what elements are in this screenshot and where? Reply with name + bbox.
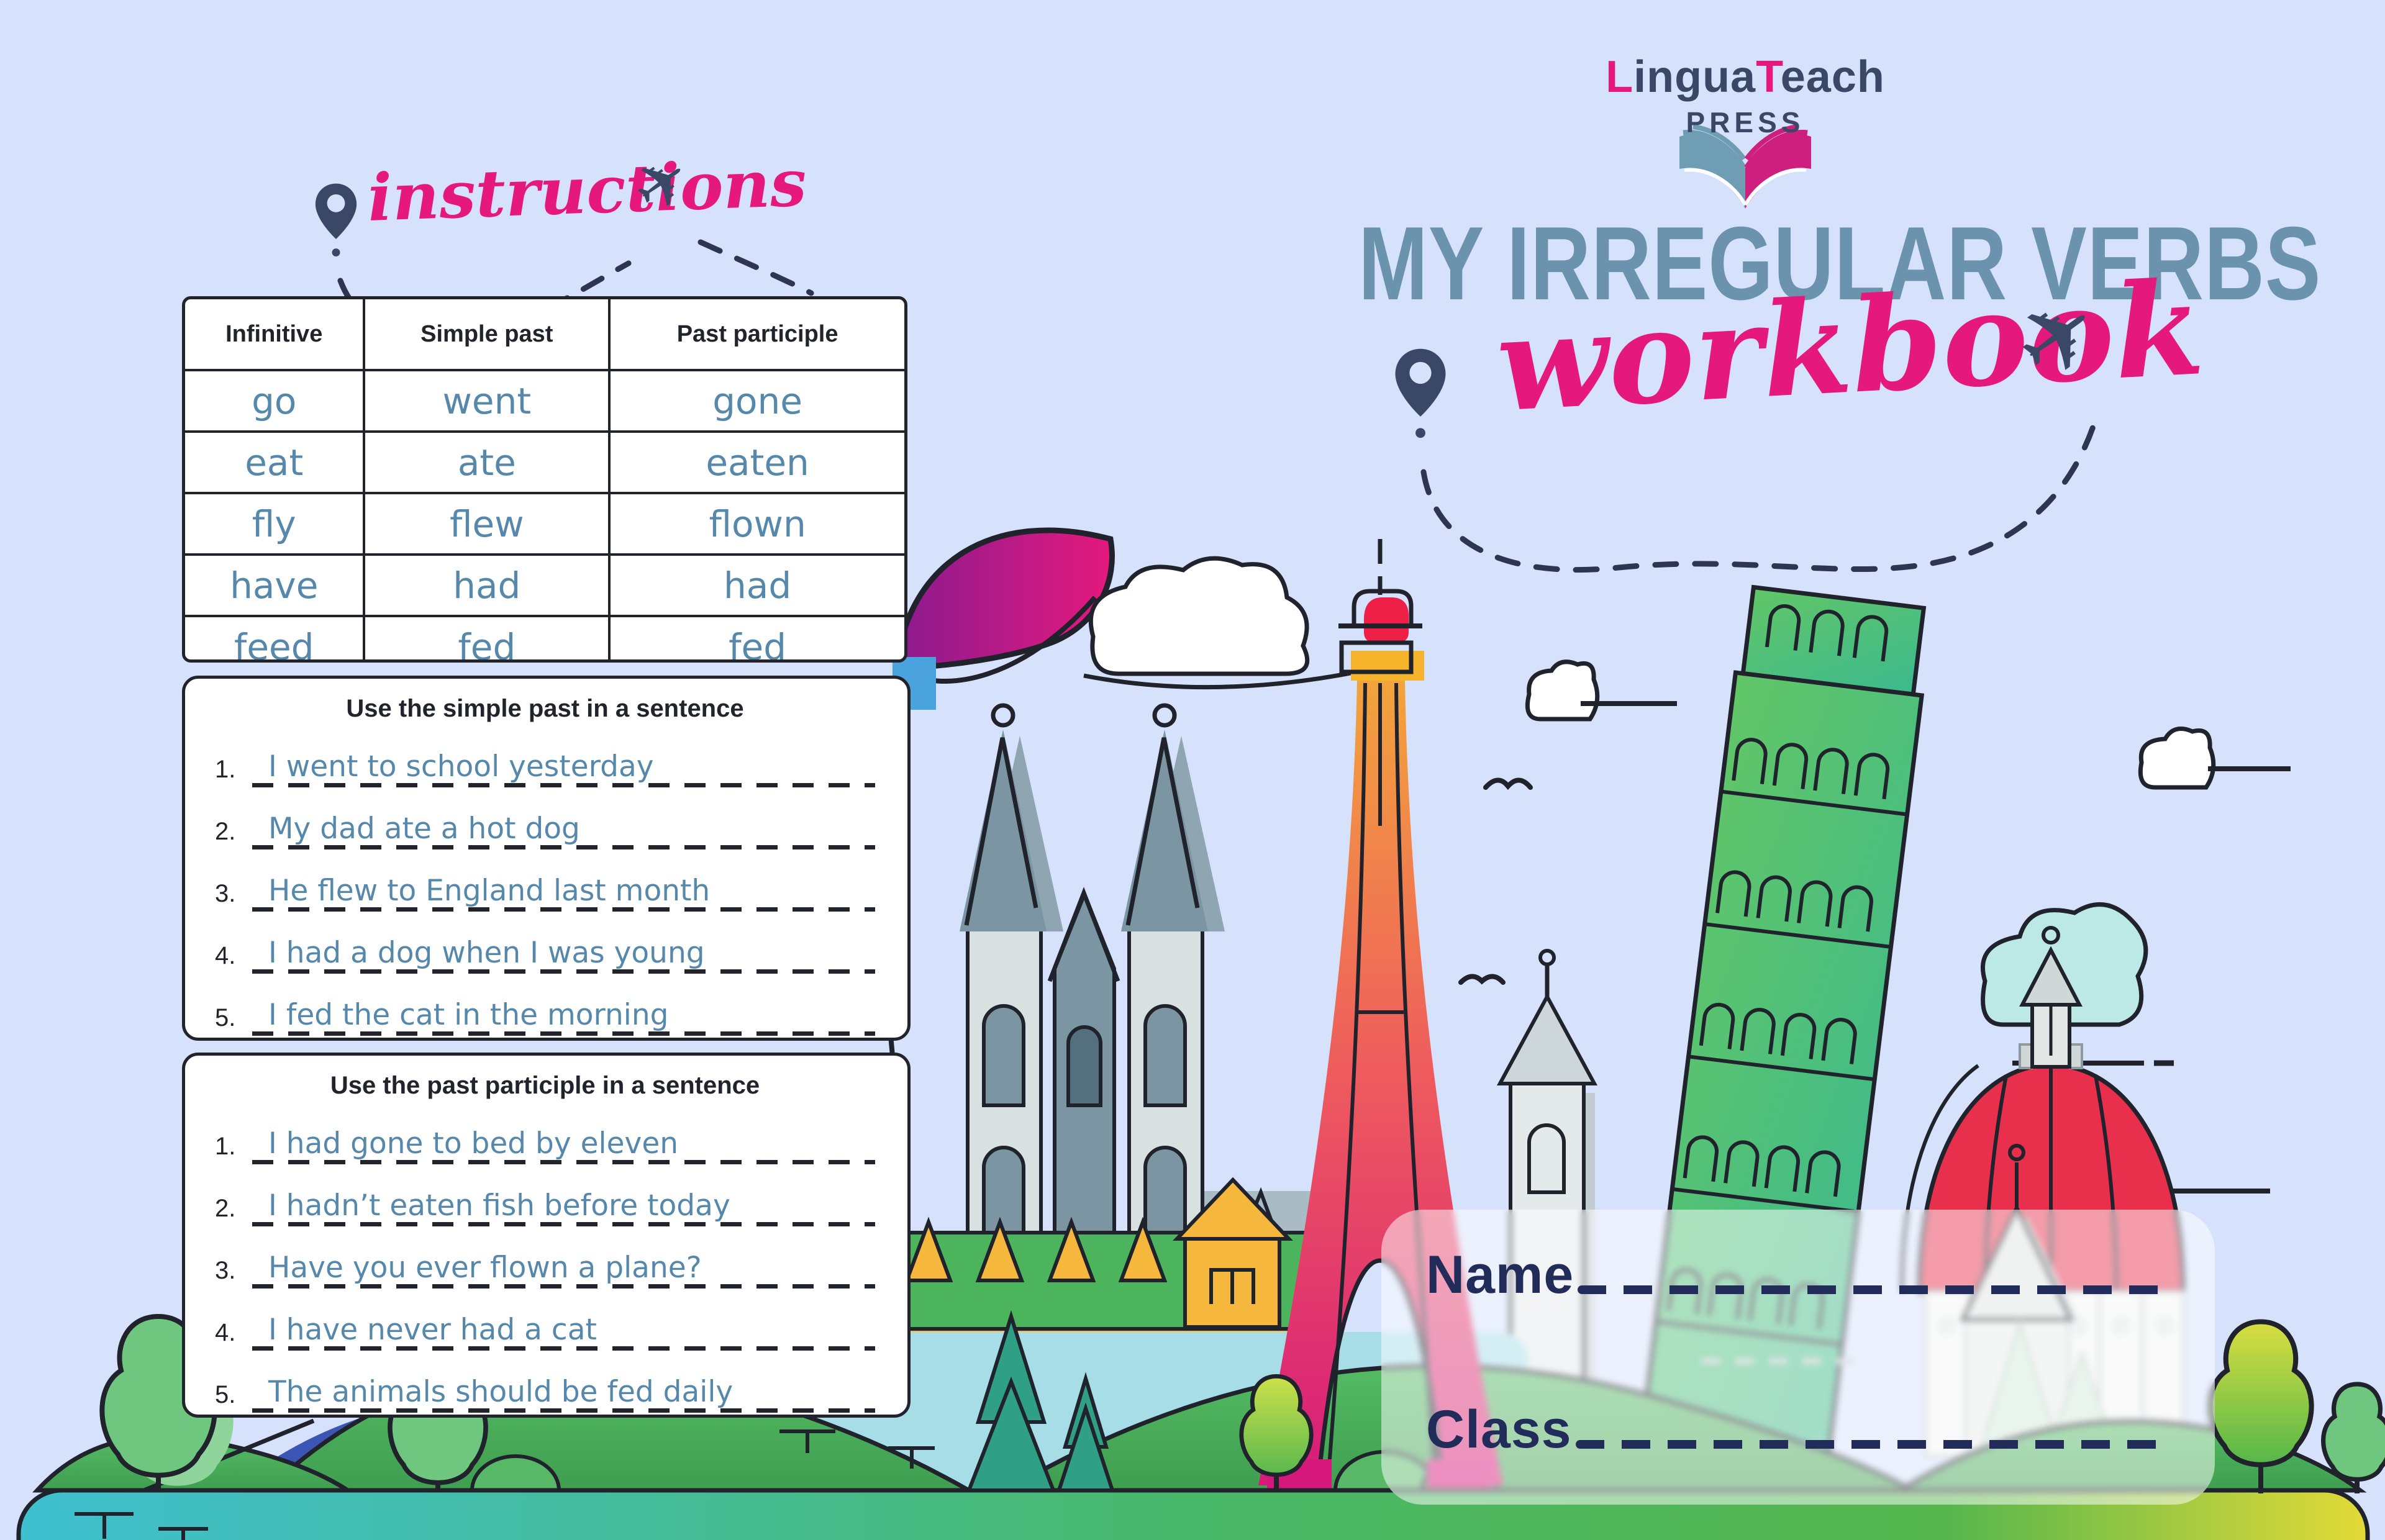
publisher-name: LinguaTeach [1596, 55, 1894, 99]
verb-cell: fed [364, 616, 609, 663]
item-number: 1. [215, 756, 252, 787]
handwritten-answer: The animals should be fed daily [252, 1376, 875, 1408]
item-number: 3. [215, 880, 252, 912]
handwritten-answer: Have you ever flown a plane? [252, 1252, 875, 1284]
write-in-line [252, 969, 875, 974]
class-row: Class [1426, 1403, 2170, 1456]
write-in-line [252, 907, 875, 912]
sentence-line: 1. I went to school yesterday [215, 725, 875, 787]
sentence-line: 5. I fed the cat in the morning [215, 974, 875, 1036]
column-header-simple-past: Simple past [364, 299, 609, 370]
sentence-line: 1. I had gone to bed by eleven [215, 1102, 875, 1164]
verb-cell: gone [609, 370, 904, 432]
handwritten-answer: My dad ate a hot dog [252, 813, 875, 845]
sentence-line: 3. Have you ever flown a plane? [215, 1226, 875, 1289]
sentence-line: 2. I hadn’t eaten fish before today [215, 1164, 875, 1226]
verb-cell: have [185, 555, 364, 616]
item-number: 2. [215, 1195, 252, 1226]
write-in-line [252, 1222, 875, 1226]
write-in-line [252, 1031, 875, 1036]
logo-letter-t: T [1756, 52, 1781, 102]
name-label: Name [1426, 1248, 1574, 1302]
handwritten-answer: I had gone to bed by eleven [252, 1128, 875, 1160]
name-row: Name [1426, 1248, 2170, 1302]
item-number: 3. [215, 1257, 252, 1289]
table-row: go went gone [185, 370, 904, 432]
sentence-line: 5. The animals should be fed daily [215, 1351, 875, 1413]
sentence-line: 3. He flew to England last month [215, 849, 875, 912]
past-participle-worksheet-box: Use the past participle in a sentence 1.… [182, 1053, 911, 1418]
section-title: Use the simple past in a sentence [215, 695, 875, 723]
verb-cell: had [364, 555, 609, 616]
workbook-cover: LinguaTeach PRESS MY IRREGULAR VERBS wor… [0, 0, 2385, 1540]
bird-icons [1461, 780, 1530, 982]
write-in-line [252, 1160, 875, 1164]
handwritten-answer: I had a dog when I was young [252, 937, 875, 969]
sentence-line: 2. My dad ate a hot dog [215, 787, 875, 849]
verb-cell: flown [609, 493, 904, 555]
item-number: 1. [215, 1133, 252, 1164]
verb-cell: ate [364, 432, 609, 493]
publisher-imprint: PRESS [1596, 106, 1894, 139]
write-in-line [252, 783, 875, 787]
handwritten-answer: I went to school yesterday [252, 751, 875, 783]
student-info-panel: Name Class [1381, 1210, 2215, 1505]
irregular-verbs-table: Infinitive Simple past Past participle g… [182, 296, 907, 663]
table-row: have had had [185, 555, 904, 616]
table-row: fly flew flown [185, 493, 904, 555]
handwritten-answer: I have never had a cat [252, 1314, 875, 1346]
item-number: 5. [215, 1004, 252, 1036]
verb-cell: go [185, 370, 364, 432]
simple-past-worksheet-box: Use the simple past in a sentence 1. I w… [182, 676, 911, 1041]
write-in-line [252, 1284, 875, 1289]
sentence-line: 4. I have never had a cat [215, 1289, 875, 1351]
sentence-line: 4. I had a dog when I was young [215, 912, 875, 974]
write-in-line [252, 845, 875, 849]
item-number: 4. [215, 1319, 252, 1351]
verb-cell: went [364, 370, 609, 432]
item-number: 2. [215, 818, 252, 849]
column-header-past-participle: Past participle [609, 299, 904, 370]
verb-cell: feed [185, 616, 364, 663]
name-write-in-line [1578, 1285, 2170, 1294]
table-row: eat ate eaten [185, 432, 904, 493]
verb-cell: fed [609, 616, 904, 663]
handwritten-answer: I fed the cat in the morning [252, 999, 875, 1031]
verb-cell: had [609, 555, 904, 616]
handwritten-answer: I hadn’t eaten fish before today [252, 1190, 875, 1222]
verb-cell: eaten [609, 432, 904, 493]
column-header-infinitive: Infinitive [185, 299, 364, 370]
class-label: Class [1426, 1403, 1572, 1456]
section-title: Use the past participle in a sentence [215, 1072, 875, 1100]
logo-letter-l: L [1606, 52, 1633, 102]
handwritten-answer: He flew to England last month [252, 875, 875, 907]
write-in-line [252, 1408, 875, 1413]
page-subtitle: workbook [1494, 273, 2034, 430]
location-pin-icon [314, 181, 358, 261]
write-in-line [252, 1346, 875, 1351]
verb-cell: flew [364, 493, 609, 555]
table-row: feed fed fed [185, 616, 904, 663]
verb-cell: fly [185, 493, 364, 555]
item-number: 4. [215, 942, 252, 974]
item-number: 5. [215, 1381, 252, 1413]
location-pin-icon [1393, 346, 1448, 443]
verb-cell: eat [185, 432, 364, 493]
publisher-logo: LinguaTeach PRESS [1596, 55, 1894, 218]
class-write-in-line [1576, 1440, 2171, 1449]
